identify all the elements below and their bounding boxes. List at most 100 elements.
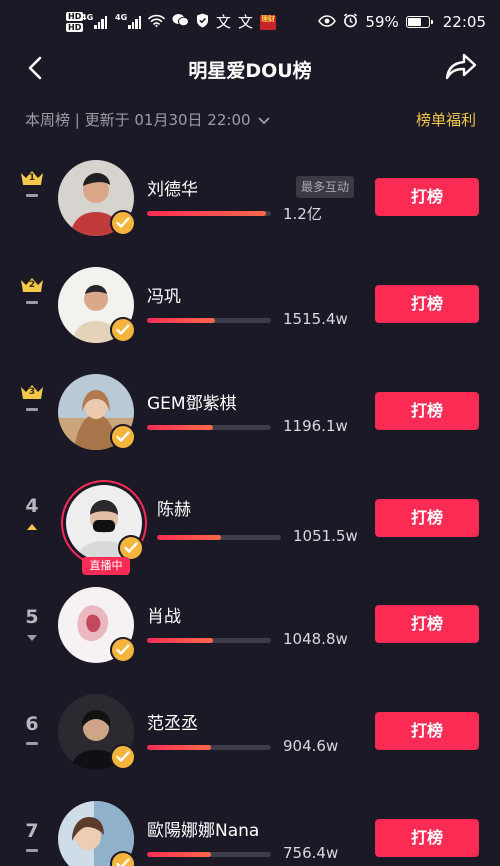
avatar[interactable]: [58, 694, 136, 770]
verified-badge-icon: [110, 851, 136, 866]
verified-badge-icon: [110, 424, 136, 450]
score-value: 1051.5w: [293, 527, 358, 545]
score-progress-fill: [147, 211, 267, 216]
crown-icon: 1: [20, 170, 44, 186]
score-progress-fill: [147, 852, 212, 857]
score-progress-fill: [147, 425, 213, 430]
artist-name: 肖战: [147, 607, 181, 627]
rank-column: 3: [14, 384, 50, 411]
wechat-icon: [172, 13, 189, 31]
score-progress-fill: [147, 638, 213, 643]
shield-icon: [196, 13, 209, 32]
vote-button[interactable]: 打榜: [375, 285, 479, 323]
score-progress-bar: [147, 852, 271, 857]
score-progress-bar: [147, 211, 271, 216]
score-progress-bar: [147, 745, 271, 750]
trend-flat-icon: [26, 408, 38, 411]
signal-icon: 4G: [81, 13, 107, 29]
vote-button[interactable]: 打榜: [375, 178, 479, 216]
avatar[interactable]: [58, 587, 136, 663]
ranking-row: 4 直播中 陈赫 1051.5w 打榜: [0, 452, 500, 575]
rank-column: 4: [14, 496, 50, 530]
artist-name: 陈赫: [157, 500, 191, 520]
avatar[interactable]: 直播中: [61, 480, 147, 575]
score-progress-bar: [147, 318, 271, 323]
artist-name: 歐陽娜娜Nana: [147, 821, 260, 841]
finance-app-icon: 理财: [260, 14, 277, 30]
ranking-row: 6 范丞丞 904.6w 打榜: [0, 666, 500, 772]
verified-badge-icon: [110, 744, 136, 770]
rank-column: 1: [14, 170, 50, 197]
verified-badge-icon: [110, 637, 136, 663]
eye-icon: [318, 13, 337, 31]
trend-flat-icon: [26, 849, 38, 852]
rank-number: 7: [25, 820, 39, 842]
artist-name: 刘德华: [147, 180, 198, 200]
rank-column: 5: [14, 607, 50, 641]
ranking-row: 5 肖战 1048.8w 打榜: [0, 559, 500, 665]
vote-button[interactable]: 打榜: [375, 499, 479, 537]
rank-column: 2: [14, 277, 50, 304]
text-icon: 文: [216, 12, 232, 31]
verified-badge-icon: [110, 317, 136, 343]
rank-number: 1: [28, 173, 36, 183]
rank-number: 4: [25, 495, 39, 517]
ranking-row: 2 冯巩 1515.4w 打榜: [0, 239, 500, 345]
score-progress-fill: [147, 318, 216, 323]
subheader: 本周榜 | 更新于 01月30日 22:00 榜单福利: [0, 106, 500, 132]
trend-flat-icon: [26, 742, 38, 745]
chevron-down-icon: [257, 116, 270, 124]
header: 明星爱DOU榜: [0, 44, 500, 92]
crown-icon: 3: [20, 384, 44, 400]
hd-badge-bottom: HD: [66, 23, 84, 32]
score-value: 1196.1w: [283, 417, 348, 435]
rank-number: 5: [25, 606, 39, 628]
score-progress-fill: [147, 745, 212, 750]
rank-number: 3: [28, 387, 36, 397]
vote-button[interactable]: 打榜: [375, 712, 479, 750]
status-bar: HD HD 4G 4G 文 文 理财 59% 22:05: [0, 0, 500, 44]
ranking-row: 7 歐陽娜娜Nana 756.4w 打榜: [0, 773, 500, 866]
score-progress-bar: [147, 425, 271, 430]
rank-column: 6: [14, 714, 50, 745]
score-value: 756.4w: [283, 844, 339, 862]
clock-time: 22:05: [442, 13, 486, 31]
rank-column: 7: [14, 821, 50, 852]
vote-button[interactable]: 打榜: [375, 819, 479, 857]
artist-name: GEM鄧紫棋: [147, 394, 237, 414]
trend-flat-icon: [26, 194, 38, 197]
artist-name: 范丞丞: [147, 714, 198, 734]
trend-flat-icon: [26, 301, 38, 304]
vote-button[interactable]: 打榜: [375, 605, 479, 643]
trend-up-icon: [27, 524, 37, 530]
score-value: 904.6w: [283, 737, 339, 755]
share-button[interactable]: [444, 52, 478, 82]
vote-button[interactable]: 打榜: [375, 392, 479, 430]
signal-icon: 4G: [115, 13, 141, 29]
score-progress-bar: [147, 638, 271, 643]
wifi-icon: [148, 14, 165, 30]
week-info-text: 本周榜 | 更新于 01月30日 22:00: [25, 111, 251, 129]
score-value: 1048.8w: [283, 630, 348, 648]
chart-benefits-link[interactable]: 榜单福利: [416, 109, 476, 130]
avatar[interactable]: [58, 374, 136, 450]
verified-badge-icon: [110, 210, 136, 236]
status-icons-right: 59% 22:05: [318, 12, 486, 32]
score-value: 1.2亿: [283, 205, 322, 223]
score-value: 1515.4w: [283, 310, 348, 328]
avatar[interactable]: [58, 267, 136, 343]
page-title: 明星爱DOU榜: [188, 60, 312, 82]
week-selector[interactable]: 本周榜 | 更新于 01月30日 22:00: [25, 109, 271, 130]
text-icon: 文: [238, 12, 254, 31]
battery-icon: [405, 16, 433, 28]
artist-name: 冯巩: [147, 287, 181, 307]
rank-number: 6: [25, 713, 39, 735]
share-icon: [445, 53, 477, 80]
status-icons-left: 4G 4G 文 文 理财: [81, 12, 277, 32]
avatar[interactable]: [58, 801, 136, 866]
score-progress-fill: [157, 535, 222, 540]
avatar[interactable]: [58, 160, 136, 236]
crown-icon: 2: [20, 277, 44, 293]
ranking-row: 3 GEM鄧紫棋 1196.1w 打榜: [0, 346, 500, 452]
most-interaction-tag: 最多互动: [296, 176, 355, 198]
